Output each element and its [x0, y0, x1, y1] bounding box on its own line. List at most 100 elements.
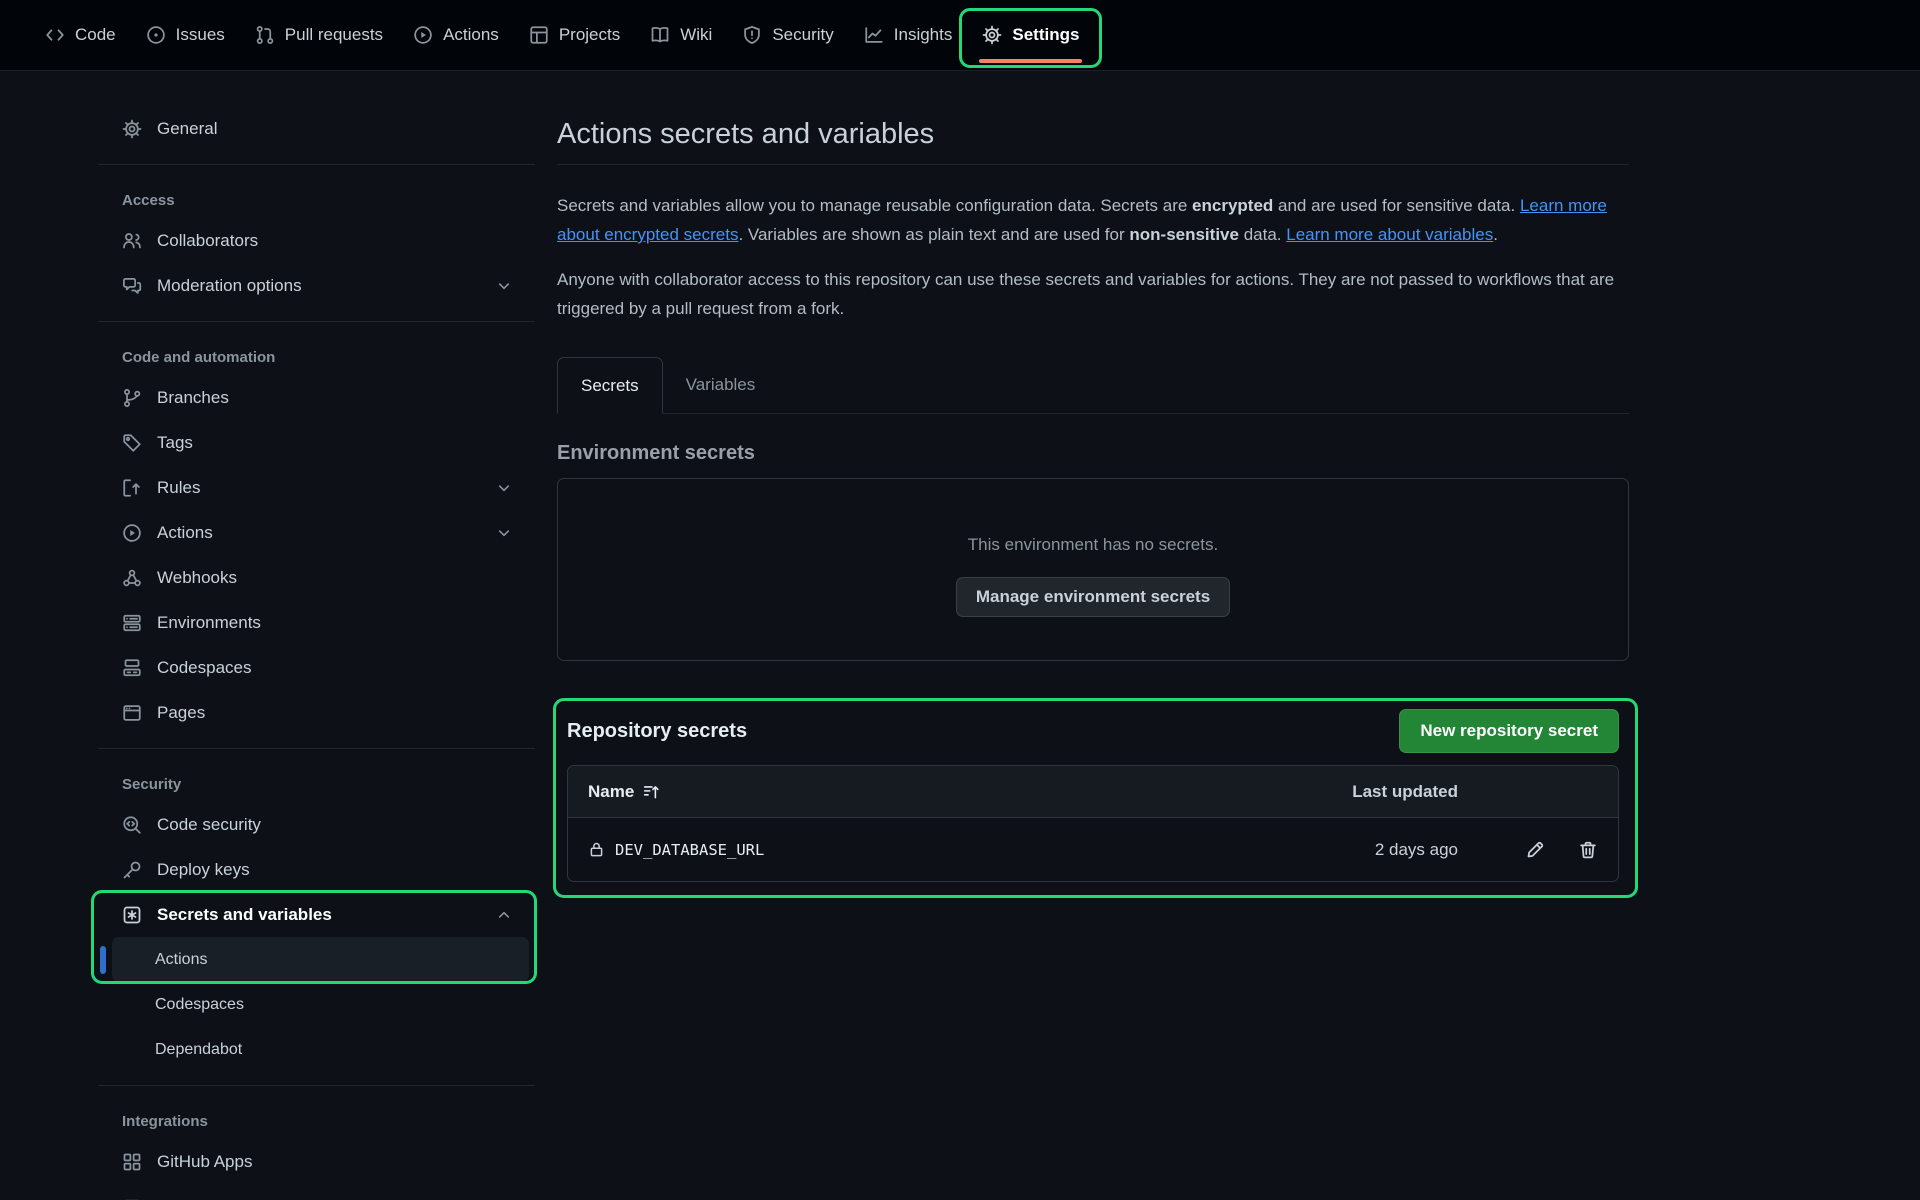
- name-column-header[interactable]: Name: [588, 782, 661, 802]
- people-icon: [122, 231, 142, 251]
- chevron-down-icon: [495, 277, 513, 295]
- chevron-up-icon: [495, 906, 513, 924]
- secret-last-updated: 2 days ago: [1208, 840, 1458, 860]
- tab-secrets[interactable]: Secrets: [557, 357, 663, 414]
- delete-secret-button[interactable]: [1578, 840, 1598, 860]
- intro-text: Secrets and variables allow you to manag…: [557, 196, 1192, 215]
- environment-secrets-box: This environment has no secrets. Manage …: [557, 478, 1629, 661]
- sidebar-item-label: Webhooks: [157, 568, 237, 588]
- tab-code[interactable]: Code: [30, 0, 131, 70]
- tab-label: Issues: [176, 25, 225, 45]
- intro-text: .: [1493, 225, 1498, 244]
- divider: [98, 748, 535, 749]
- browser-icon: [122, 703, 142, 723]
- divider: [98, 1085, 535, 1086]
- sidebar-item-label: Pages: [157, 703, 205, 723]
- sidebar-item-secrets-and-variables[interactable]: Secrets and variables: [112, 892, 529, 937]
- git-pull-request-icon: [255, 25, 275, 45]
- sidebar-section-security: Security: [98, 762, 535, 802]
- code-icon: [45, 25, 65, 45]
- sidebar-subitem-actions[interactable]: Actions: [112, 937, 529, 982]
- tab-actions[interactable]: Actions: [398, 0, 514, 70]
- sidebar-item-code-security[interactable]: Code security: [112, 802, 529, 847]
- tab-wiki[interactable]: Wiki: [635, 0, 727, 70]
- tab-settings[interactable]: Settings: [967, 0, 1094, 70]
- sidebar-item-general[interactable]: General: [112, 106, 529, 151]
- sidebar-item-tags[interactable]: Tags: [112, 420, 529, 465]
- sidebar-item-environments[interactable]: Environments: [112, 600, 529, 645]
- tab-label: Code: [75, 25, 116, 45]
- sidebar-subitem-label: Dependabot: [155, 1041, 242, 1059]
- tab-label: Projects: [559, 25, 620, 45]
- sidebar-item-moderation-options[interactable]: Moderation options: [112, 263, 529, 308]
- repository-secrets-section: Repository secrets New repository secret…: [557, 705, 1629, 882]
- sidebar-item-actions[interactable]: Actions: [112, 510, 529, 555]
- tab-label: Insights: [894, 25, 953, 45]
- tab-pull-requests[interactable]: Pull requests: [240, 0, 398, 70]
- tab-label: Settings: [1012, 25, 1079, 45]
- sidebar-subitem-label: Codespaces: [155, 996, 244, 1014]
- repository-secrets-heading: Repository secrets: [567, 720, 747, 743]
- sidebar-subitem-dependabot[interactable]: Dependabot: [112, 1027, 529, 1072]
- codespaces-icon: [122, 658, 142, 678]
- chevron-down-icon: [495, 524, 513, 542]
- tag-icon: [122, 433, 142, 453]
- manage-environment-secrets-button[interactable]: Manage environment secrets: [956, 577, 1230, 617]
- divider: [98, 321, 535, 322]
- comment-discussion-icon: [122, 276, 142, 296]
- gear-icon: [122, 119, 142, 139]
- shield-icon: [742, 25, 762, 45]
- page-title: Actions secrets and variables: [557, 118, 1629, 165]
- sidebar-item-webhooks[interactable]: Webhooks: [112, 555, 529, 600]
- sidebar-item-label: Rules: [157, 478, 200, 498]
- sort-ascending-icon: [643, 783, 661, 801]
- active-tab-underline: [979, 59, 1082, 63]
- tab-projects[interactable]: Projects: [514, 0, 635, 70]
- tab-variables[interactable]: Variables: [663, 357, 779, 413]
- mail-icon: [122, 1197, 142, 1200]
- intro-text: data.: [1239, 225, 1286, 244]
- active-item-indicator: [100, 946, 106, 974]
- sidebar-subitem-label: Actions: [155, 951, 207, 969]
- sidebar-item-branches[interactable]: Branches: [112, 375, 529, 420]
- intro-text: . Variables are shown as plain text and …: [738, 225, 1129, 244]
- rules-icon: [122, 478, 142, 498]
- tab-issues[interactable]: Issues: [131, 0, 240, 70]
- tab-label: Pull requests: [285, 25, 383, 45]
- sidebar-item-label: Collaborators: [157, 231, 258, 251]
- sidebar-item-pages[interactable]: Pages: [112, 690, 529, 735]
- intro-bold-encrypted: encrypted: [1192, 196, 1273, 215]
- sidebar-subitem-codespaces[interactable]: Codespaces: [112, 982, 529, 1027]
- table-icon: [529, 25, 549, 45]
- sidebar-item-label: Branches: [157, 388, 229, 408]
- sidebar-item-codespaces[interactable]: Codespaces: [112, 645, 529, 690]
- link-learn-variables[interactable]: Learn more about variables: [1286, 225, 1493, 244]
- tab-security[interactable]: Security: [727, 0, 848, 70]
- intro-paragraph: Secrets and variables allow you to manag…: [557, 191, 1629, 249]
- repository-secrets-table: Name Last updated DEV_DATABASE_URL 2 day…: [567, 765, 1619, 882]
- table-row: DEV_DATABASE_URL 2 days ago: [568, 818, 1618, 881]
- secrets-and-variables-group: Secrets and variables Actions: [98, 892, 535, 982]
- environment-secrets-heading: Environment secrets: [557, 442, 1629, 465]
- sidebar-item-label: Secrets and variables: [157, 905, 332, 925]
- sidebar-item-deploy-keys[interactable]: Deploy keys: [112, 847, 529, 892]
- graph-icon: [864, 25, 884, 45]
- sidebar-item-label: Email notifications: [157, 1197, 294, 1200]
- tab-insights[interactable]: Insights: [849, 0, 968, 70]
- secret-name: DEV_DATABASE_URL: [615, 841, 764, 859]
- sidebar-item-rules[interactable]: Rules: [112, 465, 529, 510]
- tab-label: Actions: [443, 25, 499, 45]
- sidebar-item-label: Deploy keys: [157, 860, 250, 880]
- edit-secret-button[interactable]: [1525, 840, 1545, 860]
- key-icon: [122, 860, 142, 880]
- sidebar-item-collaborators[interactable]: Collaborators: [112, 218, 529, 263]
- git-branch-icon: [122, 388, 142, 408]
- new-repository-secret-button[interactable]: New repository secret: [1399, 709, 1619, 753]
- issue-opened-icon: [146, 25, 166, 45]
- webhook-icon: [122, 568, 142, 588]
- environment-secrets-empty-message: This environment has no secrets.: [968, 535, 1218, 555]
- sidebar-item-email-notifications[interactable]: Email notifications: [112, 1184, 529, 1200]
- server-icon: [122, 613, 142, 633]
- intro-bold-non-sensitive: non-sensitive: [1129, 225, 1239, 244]
- sidebar-item-github-apps[interactable]: GitHub Apps: [112, 1139, 529, 1184]
